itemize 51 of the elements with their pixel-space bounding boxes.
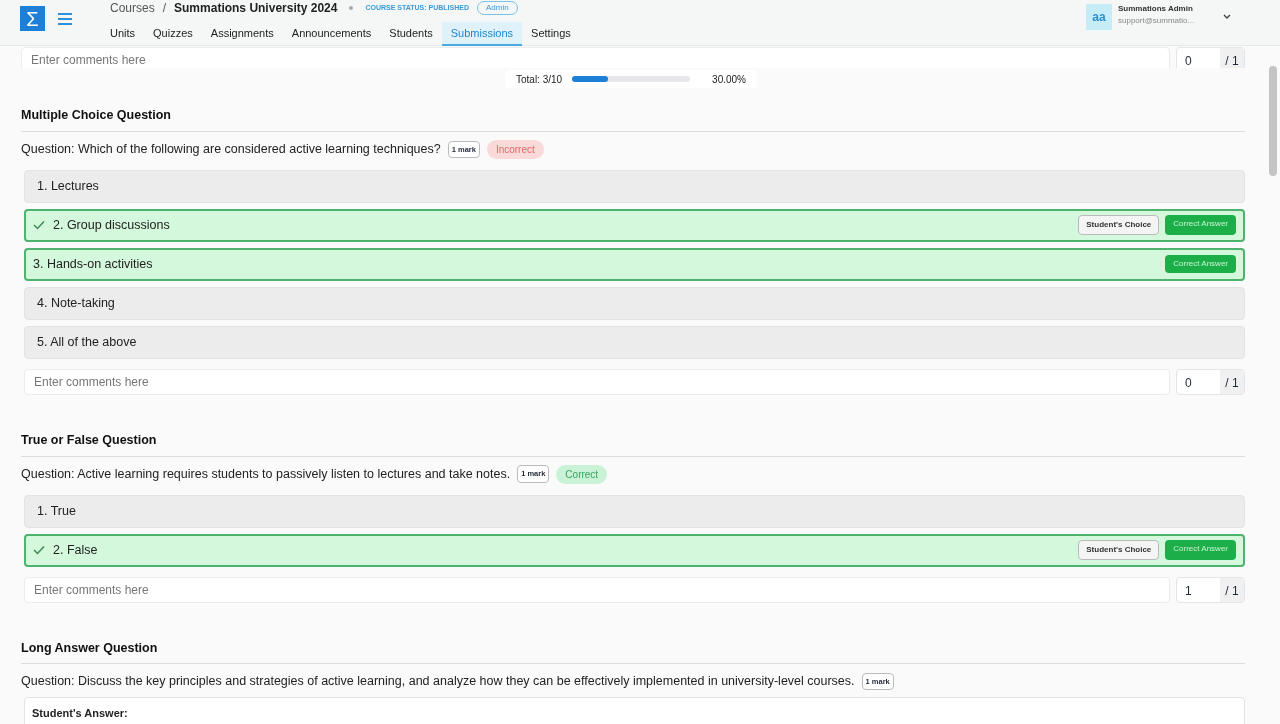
max-score: / 1 [1220,48,1244,68]
student-choice-badge: Student's Choice [1078,540,1160,560]
comment-field[interactable]: Enter comments here [24,576,1170,603]
menu-icon[interactable] [57,11,73,26]
section-title: Multiple Choice Question [21,106,1245,132]
scrollbar[interactable] [1269,66,1277,176]
question-text: Question: Active learning requires students to passively listen to lectures and take notes. [21,465,511,483]
question-text: Question: Which of the following are considered active learning techniques? [21,140,441,158]
nav-tab[interactable]: Settings [522,22,580,46]
score-field[interactable]: 0 / 1 [1176,368,1245,395]
score-value: 0 [1184,53,1193,68]
score-field[interactable]: 1 / 1 [1176,576,1245,603]
nav-tab[interactable]: Announcements [282,22,381,46]
user-email: support@summatio... [1118,15,1196,27]
percentage-text: 30.00% [712,72,746,87]
score-field[interactable]: 0 / 1 [1176,47,1245,68]
chevron-down-icon[interactable] [1222,13,1232,21]
option-label: 3. Hands-on activities [33,255,153,273]
nav-tab[interactable]: Units [101,22,145,46]
logo[interactable]: Σ [20,6,45,31]
comment-field[interactable]: Enter comments here [24,368,1170,395]
student-choice-badge: Student's Choice [1078,215,1160,236]
breadcrumb-link[interactable]: Courses [110,1,155,15]
section-title: Long Answer Question [21,638,1245,665]
option-label: 1. True [37,502,76,520]
option-label: 2. Group discussions [53,216,170,234]
option-label: 5. All of the above [37,333,137,351]
score-value: 0 [1184,374,1193,392]
result-badge: Correct [556,464,608,484]
dot-separator [349,6,354,10]
nav-tab[interactable]: Assignments [201,22,283,46]
breadcrumb-separator: / [162,1,167,15]
user-name: Summations Admin [1118,3,1194,15]
answer-label: Student's Answer: [32,707,128,719]
nav-tab[interactable]: Students [380,22,442,46]
correct-answer-badge: Correct Answer [1165,540,1236,560]
course-title: Summations University 2024 [174,1,338,15]
section-title: True or False Question [21,430,1245,457]
result-badge: Incorrect [486,139,544,159]
correct-answer-badge: Correct Answer [1165,255,1236,274]
max-score: / 1 [1220,369,1244,394]
option-label: 2. False [53,541,98,559]
option-label: 4. Note-taking [37,294,115,312]
question-text: Question: Discuss the key principles and strategies of active learning, and analyze how they can be effectively implemented in university-level courses. [21,673,855,691]
total-score: Total: 3/10 [516,72,563,87]
max-score: / 1 [1220,577,1244,602]
score-value: 1 [1184,582,1193,600]
correct-answer-badge: Correct Answer [1165,215,1236,236]
option-label: 1. Lectures [37,177,99,195]
comment-field[interactable]: Enter comments here [21,47,1170,68]
nav-tab[interactable]: Quizzes [144,22,202,46]
